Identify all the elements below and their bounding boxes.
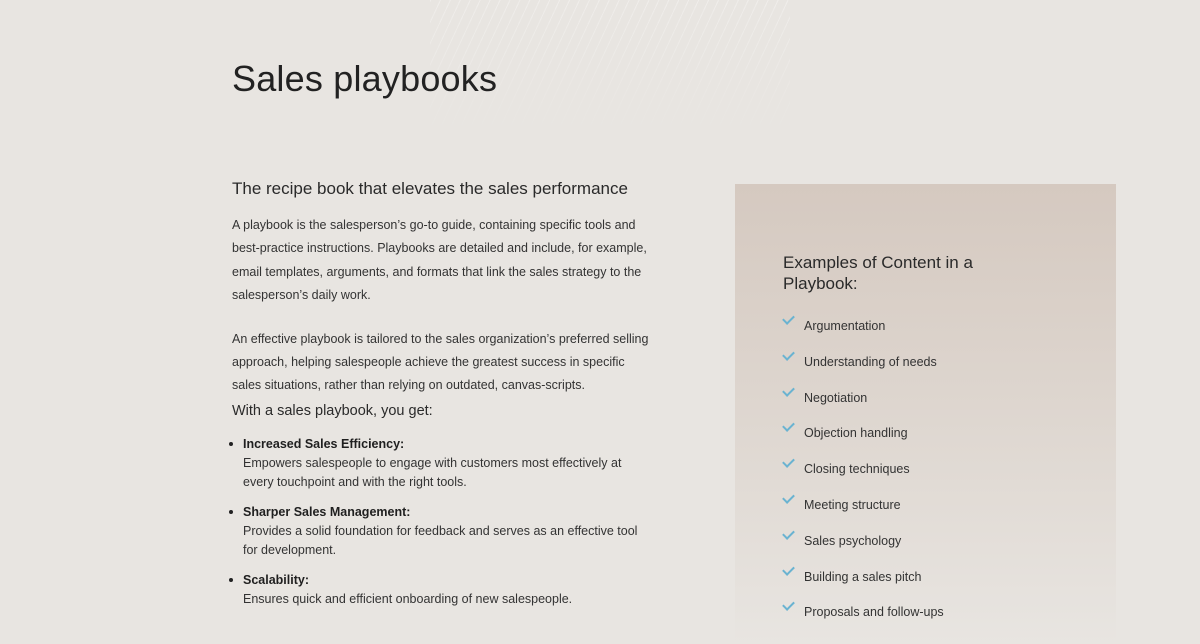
check-icon (782, 455, 795, 469)
intro-paragraph: A playbook is the salesperson’s go-to gu… (232, 218, 647, 303)
benefit-title: Scalability: (243, 572, 309, 587)
example-label: Objection handling (804, 426, 908, 441)
example-item: Meeting structure (782, 491, 944, 527)
example-label: Negotiation (804, 390, 868, 405)
bullet-icon (229, 577, 233, 582)
example-item: Argumentation (782, 312, 944, 348)
example-item: Sales psychology (782, 526, 944, 563)
example-label: Closing techniques (804, 462, 910, 477)
benefit-title: Increased Sales Efficiency: (243, 436, 405, 451)
check-icon (782, 419, 795, 433)
intro-paragraph: An effective playbook is tailored to the… (232, 331, 649, 393)
example-label: Meeting structure (804, 497, 901, 512)
check-icon (782, 383, 795, 397)
check-icon (782, 598, 795, 612)
example-item: Understanding of needs (782, 347, 944, 384)
example-item: Closing techniques (782, 455, 944, 491)
check-icon (782, 491, 795, 504)
example-item: Proposals and follow-ups (782, 598, 944, 634)
benefit-item: Increased Sales Efficiency: Empowers sal… (229, 436, 652, 492)
intro-heading: The recipe book that elevates the sales … (232, 179, 628, 198)
examples-card: Examples of Content in a Playbook: Argum… (735, 184, 1116, 644)
check-icon (782, 562, 795, 576)
example-label: Understanding of needs (804, 354, 937, 369)
example-label: Sales psychology (804, 533, 902, 548)
example-label: Proposals and follow-ups (804, 605, 944, 620)
benefit-description: Empowers salespeople to engage with cust… (243, 455, 622, 489)
benefit-description: Ensures quick and efficient onboarding o… (243, 591, 573, 606)
examples-title: Examples of Content in a Playbook: (783, 253, 973, 293)
benefits-list: Increased Sales Efficiency: Empowers sal… (229, 436, 652, 609)
example-item: Objection handling (782, 419, 944, 455)
examples-list: Argumentation Understanding of needs Neg… (782, 312, 944, 634)
example-label: Argumentation (804, 319, 886, 333)
example-item: Building a sales pitch (782, 562, 944, 599)
example-item: Negotiation (782, 383, 944, 420)
benefits-heading: With a sales playbook, you get: (232, 402, 433, 419)
benefit-description: Provides a solid foundation for feedback… (243, 523, 638, 557)
check-icon (782, 347, 795, 361)
intro-section: The recipe book that elevates the sales … (229, 176, 652, 621)
benefit-item: Sharper Sales Management: Provides a sol… (229, 504, 652, 560)
check-icon (782, 526, 795, 540)
bullet-icon (229, 509, 233, 514)
benefit-title: Sharper Sales Management: (243, 504, 411, 519)
page-title: Sales playbooks (232, 58, 498, 99)
check-icon (782, 312, 795, 325)
benefit-item: Scalability: Ensures quick and efficient… (229, 572, 652, 609)
bullet-icon (229, 441, 233, 446)
example-label: Building a sales pitch (804, 569, 922, 584)
